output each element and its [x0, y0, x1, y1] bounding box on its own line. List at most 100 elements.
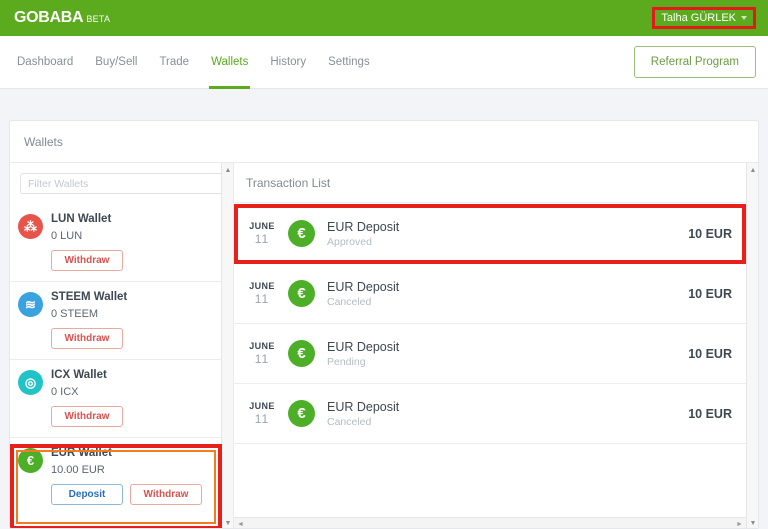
- transaction-date-3: JUNE 11: [244, 401, 280, 426]
- transaction-scroll-area[interactable]: JUNE 11 € EUR Deposit Approved 10 EUR JU…: [234, 204, 746, 516]
- wallet-list-scroll-area[interactable]: ⁂ LUN Wallet 0 LUN Withdraw ≋ STEEM Wall…: [10, 204, 221, 528]
- nav-item-settings[interactable]: Settings: [317, 36, 381, 89]
- top-bar: GOBABA BETA Talha GÜRLEK: [0, 0, 768, 36]
- main-navigation: Dashboard Buy/Sell Trade Wallets History…: [0, 36, 768, 89]
- scroll-down-arrow-icon[interactable]: ▼: [224, 519, 232, 527]
- wallet-item-lun[interactable]: ⁂ LUN Wallet 0 LUN Withdraw: [10, 204, 221, 282]
- euro-icon-glyph-0: €: [297, 225, 306, 242]
- wallet-item-icx[interactable]: ◎ ICX Wallet 0 ICX Withdraw: [10, 360, 221, 438]
- scroll-right-arrow-icon[interactable]: ►: [735, 520, 744, 528]
- transaction-amount-2: 10 EUR: [688, 346, 732, 361]
- wallet-item-steem[interactable]: ≋ STEEM Wallet 0 STEEM Withdraw: [10, 282, 221, 360]
- eur-coin-icon: €: [18, 448, 43, 473]
- table-row[interactable]: JUNE 11 € EUR Deposit Pending 10 EUR: [234, 324, 746, 384]
- scroll-up-arrow-icon[interactable]: ▲: [749, 166, 757, 174]
- user-menu-highlight-box: Talha GÜRLEK: [652, 7, 756, 29]
- transaction-month-3: JUNE: [249, 401, 275, 411]
- lun-icon-glyph: ⁂: [24, 218, 37, 234]
- transaction-amount-3: 10 EUR: [688, 406, 732, 421]
- euro-icon: €: [288, 280, 315, 307]
- transaction-month-2: JUNE: [249, 341, 275, 351]
- wallet-balance-steem: 0 STEEM: [51, 308, 99, 320]
- steem-coin-icon: ≋: [18, 292, 43, 317]
- withdraw-button-icx[interactable]: Withdraw: [51, 406, 123, 427]
- wallet-balance-lun: 0 LUN: [51, 230, 83, 242]
- nav-label-wallets: Wallets: [211, 56, 249, 68]
- wallet-name-eur: EUR Wallet: [51, 447, 112, 459]
- nav-label-trade: Trade: [159, 56, 190, 68]
- card-title-bar: Wallets: [10, 121, 758, 163]
- app-logo[interactable]: GOBABA BETA: [14, 9, 110, 27]
- table-row[interactable]: JUNE 11 € EUR Deposit Canceled 10 EUR: [234, 264, 746, 324]
- wallet-item-eur[interactable]: € EUR Wallet 10.00 EUR Deposit Withdraw: [10, 438, 221, 515]
- page-title: Wallets: [24, 134, 63, 149]
- scroll-down-arrow-icon[interactable]: ▼: [749, 519, 757, 527]
- wallet-list-scrollbar[interactable]: ▲ ▼: [221, 163, 233, 528]
- transaction-title-0: EUR Deposit: [327, 220, 400, 234]
- wallet-info-lun: LUN Wallet 0 LUN Withdraw: [51, 212, 211, 271]
- scroll-up-arrow-icon[interactable]: ▲: [224, 166, 232, 174]
- wallet-actions-lun: Withdraw: [51, 250, 211, 271]
- scroll-left-arrow-icon[interactable]: ◄: [236, 520, 245, 528]
- transaction-month-0: JUNE: [249, 221, 275, 231]
- user-menu[interactable]: Talha GÜRLEK: [657, 11, 751, 25]
- icx-icon-glyph: ◎: [24, 374, 37, 390]
- table-row[interactable]: JUNE 11 € EUR Deposit Canceled 10 EUR: [234, 384, 746, 444]
- filter-wallets-input[interactable]: [20, 173, 223, 194]
- transaction-main-2: EUR Deposit Pending: [327, 339, 688, 368]
- logo-text: GOBABA: [14, 9, 84, 26]
- transaction-date-0: JUNE 11: [244, 221, 280, 246]
- wallet-actions-eur: Deposit Withdraw: [51, 484, 211, 505]
- transaction-main-1: EUR Deposit Canceled: [327, 279, 688, 308]
- nav-label-history: History: [270, 56, 307, 68]
- nav-item-dashboard[interactable]: Dashboard: [6, 36, 84, 89]
- chevron-down-icon: [741, 16, 747, 20]
- wallet-balance-eur: 10.00 EUR: [51, 464, 105, 476]
- wallet-name-lun: LUN Wallet: [51, 213, 112, 225]
- wallet-list-panel: ⁂ LUN Wallet 0 LUN Withdraw ≋: [10, 163, 234, 528]
- nav-item-trade[interactable]: Trade: [148, 36, 200, 89]
- wallet-info-steem: STEEM Wallet 0 STEEM Withdraw: [51, 290, 211, 349]
- wallet-actions-steem: Withdraw: [51, 328, 211, 349]
- withdraw-button-steem[interactable]: Withdraw: [51, 328, 123, 349]
- transaction-day-3: 11: [254, 412, 270, 426]
- wallets-card: Wallets ⁂ LUN Wallet 0 LUN Withdraw: [9, 120, 759, 529]
- nav-label-dashboard: Dashboard: [17, 56, 74, 68]
- withdraw-button-eur[interactable]: Withdraw: [130, 484, 202, 505]
- transaction-day-0: 11: [254, 232, 270, 246]
- icx-coin-icon: ◎: [18, 370, 43, 395]
- user-name-label: Talha GÜRLEK: [661, 12, 736, 24]
- transaction-list-panel: Transaction List JUNE 11 € EUR Deposit A…: [234, 163, 758, 528]
- withdraw-button-lun[interactable]: Withdraw: [51, 250, 123, 271]
- lun-coin-icon: ⁂: [18, 214, 43, 239]
- eur-icon-glyph: €: [26, 453, 35, 468]
- euro-icon-glyph-2: €: [297, 345, 306, 362]
- transaction-title-2: EUR Deposit: [327, 340, 400, 354]
- transaction-date-1: JUNE 11: [244, 281, 280, 306]
- transaction-day-2: 11: [254, 352, 270, 366]
- nav-item-buy-sell[interactable]: Buy/Sell: [84, 36, 148, 89]
- transaction-list-scrollbar[interactable]: ▲ ▼: [746, 163, 758, 528]
- status-badge: Pending: [327, 356, 366, 368]
- transaction-main-0: EUR Deposit Approved: [327, 219, 688, 248]
- status-badge: Approved: [327, 236, 372, 248]
- transaction-amount-0: 10 EUR: [688, 226, 732, 241]
- nav-item-wallets[interactable]: Wallets: [200, 36, 259, 89]
- transaction-horizontal-scrollbar[interactable]: ◄ ►: [234, 517, 746, 528]
- wallet-actions-icx: Withdraw: [51, 406, 211, 427]
- wallet-name-steem: STEEM Wallet: [51, 291, 128, 303]
- steem-icon-glyph: ≋: [25, 296, 36, 312]
- deposit-button-eur[interactable]: Deposit: [51, 484, 123, 505]
- wallet-info-icx: ICX Wallet 0 ICX Withdraw: [51, 368, 211, 427]
- status-badge: Canceled: [327, 416, 372, 428]
- nav-item-history[interactable]: History: [259, 36, 317, 89]
- euro-icon-glyph-1: €: [297, 285, 306, 302]
- euro-icon-glyph-3: €: [297, 405, 306, 422]
- filter-row: [10, 163, 233, 202]
- logo-beta-tag: BETA: [86, 14, 111, 24]
- referral-program-button[interactable]: Referral Program: [633, 46, 756, 78]
- wallet-balance-icx: 0 ICX: [51, 386, 79, 398]
- transaction-month-1: JUNE: [249, 281, 275, 291]
- nav-label-buy-sell: Buy/Sell: [95, 56, 138, 68]
- table-row[interactable]: JUNE 11 € EUR Deposit Approved 10 EUR: [234, 204, 746, 264]
